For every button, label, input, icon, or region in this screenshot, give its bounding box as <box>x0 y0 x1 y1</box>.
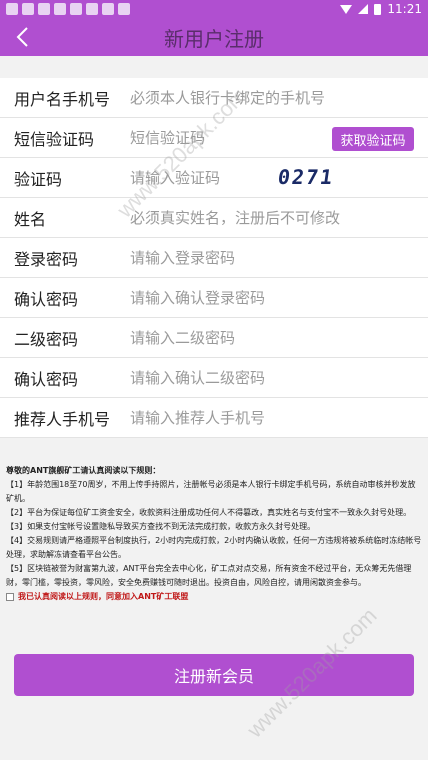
field-label: 短信验证码 <box>14 129 95 149</box>
notification-icon <box>70 3 82 15</box>
agree-row[interactable]: 我已认真阅读以上规则，同意加入ANT矿工联盟 <box>6 590 422 604</box>
wifi-icon <box>340 4 353 14</box>
rule-item: 【4】交易规则请严格遵照平台制度执行，2小时内完成打款，2小时内确认收款，任何一… <box>6 536 422 559</box>
field-label: 验证码 <box>14 169 63 189</box>
field-label: 用户名手机号 <box>14 89 111 109</box>
form-row-confirm-login-password: 确认密码 <box>0 278 428 318</box>
form-row-name: 姓名 <box>0 198 428 238</box>
field-label: 二级密码 <box>14 329 79 349</box>
agree-checkbox[interactable] <box>6 593 14 601</box>
form-row-secondary-password: 二级密码 <box>0 318 428 358</box>
rule-item: 【2】平台为保证每位矿工资金安全，收款资料注册成功任何人不得篡改，真实姓名与支付… <box>6 508 412 517</box>
status-bar: 11:21 <box>0 0 428 18</box>
notification-icon <box>54 3 66 15</box>
captcha-image[interactable]: 0271 <box>276 165 336 189</box>
notification-icon <box>38 3 50 15</box>
rules-title: 尊敬的ANT旗舰矿工请认真阅读以下规则： <box>6 466 161 475</box>
get-sms-code-button[interactable]: 获取验证码 <box>332 127 414 151</box>
form-row-referrer: 推荐人手机号 <box>0 398 428 438</box>
page-title: 新用户注册 <box>164 26 264 51</box>
phone-input[interactable] <box>118 88 428 107</box>
notification-icon <box>118 3 130 15</box>
field-label: 登录密码 <box>14 249 79 269</box>
signal-icon <box>358 4 369 14</box>
confirm-secondary-password-input[interactable] <box>118 368 428 387</box>
rules-section: 尊敬的ANT旗舰矿工请认真阅读以下规则： 【1】年龄范围18至70周岁，不用上传… <box>6 464 422 604</box>
notification-icon <box>22 3 34 15</box>
secondary-password-input[interactable] <box>118 328 428 347</box>
referrer-phone-input[interactable] <box>118 408 428 427</box>
rule-item: 【1】年龄范围18至70周岁，不用上传手持照片，注册帐号必须是本人银行卡绑定手机… <box>6 480 416 503</box>
login-password-input[interactable] <box>118 248 428 267</box>
battery-icon <box>374 3 382 15</box>
confirm-login-password-input[interactable] <box>118 288 428 307</box>
form-row-login-password: 登录密码 <box>0 238 428 278</box>
rule-item: 【5】区块链被誉为财富第九波，ANT平台完全去中心化，矿工点对点交易，所有资金不… <box>6 564 412 587</box>
field-label: 姓名 <box>14 209 47 229</box>
form-row-confirm-secondary-password: 确认密码 <box>0 358 428 398</box>
notification-icon <box>6 3 18 15</box>
field-label: 确认密码 <box>14 289 79 309</box>
notification-icon <box>86 3 98 15</box>
back-button[interactable] <box>8 22 38 52</box>
app-bar: 新用户注册 <box>0 18 428 56</box>
name-input[interactable] <box>118 208 428 227</box>
notification-icon <box>102 3 114 15</box>
field-label: 推荐人手机号 <box>14 409 111 429</box>
form-row-captcha: 验证码 0271 <box>0 158 428 198</box>
notification-icons <box>6 3 130 15</box>
field-label: 确认密码 <box>14 369 79 389</box>
chevron-left-icon <box>16 27 28 47</box>
status-time: 11:21 <box>387 2 422 16</box>
agree-label: 我已认真阅读以上规则，同意加入ANT矿工联盟 <box>18 592 189 601</box>
register-button[interactable]: 注册新会员 <box>14 654 414 696</box>
rule-item: 【3】如果支付宝帐号设置隐私导致买方查找不到无法完成打款，收款方永久封号处理。 <box>6 522 316 531</box>
